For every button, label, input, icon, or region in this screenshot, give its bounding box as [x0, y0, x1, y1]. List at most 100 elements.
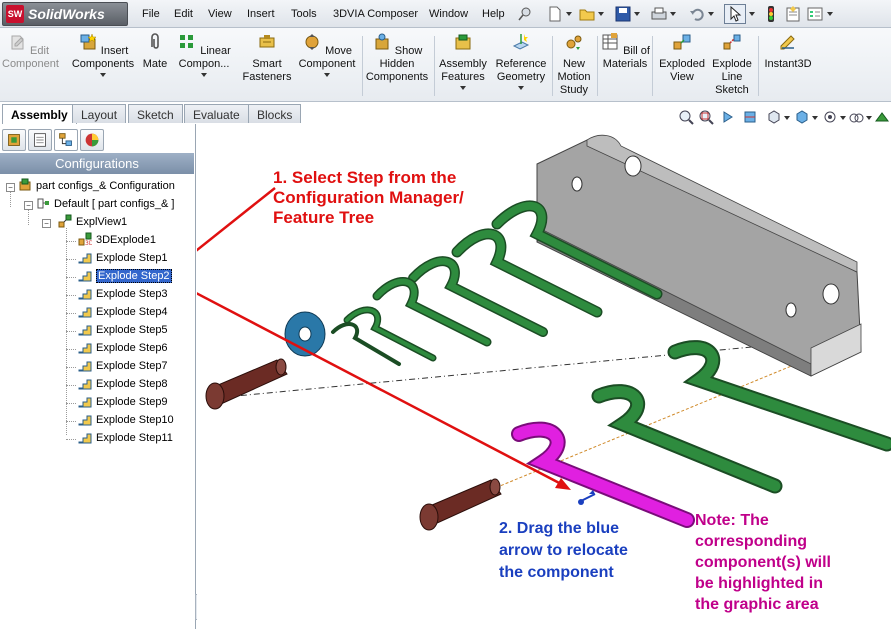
insert-components-dropdown-icon[interactable] — [100, 73, 106, 77]
reference-geometry-dropdown-icon[interactable] — [518, 86, 524, 90]
assembly-features-dropdown-icon[interactable] — [460, 86, 466, 90]
feature-manager-tab-icon[interactable] — [2, 129, 26, 151]
new-motion-study-button[interactable]: New Motion Study — [554, 32, 594, 100]
instant3d-button[interactable]: Instant3D — [762, 32, 814, 100]
pin-icon[interactable] — [516, 5, 534, 23]
tree-root-node[interactable]: part configs_& Configuration — [18, 178, 175, 195]
options-dropdown-icon[interactable] — [827, 12, 833, 16]
display-manager-tab-icon[interactable] — [80, 129, 104, 151]
configuration-manager-tab-icon[interactable] — [54, 129, 78, 151]
mate-paperclip-icon — [151, 33, 159, 49]
menu-insert[interactable]: Insert — [247, 8, 275, 20]
tab-blocks[interactable]: Blocks — [248, 104, 302, 123]
tree-explode-step[interactable]: Explode Step11 — [78, 430, 173, 447]
toolbar-separator — [758, 36, 759, 96]
reference-geometry-button[interactable]: Reference Geometry — [492, 32, 550, 100]
tree-explode-step-selected[interactable]: Explode Step2 — [78, 268, 172, 285]
menu-view[interactable]: View — [208, 8, 232, 20]
tree-explode-step[interactable]: Explode Step8 — [78, 376, 168, 393]
hide-show-items-icon[interactable] — [822, 109, 838, 125]
drag-arrow-manipulator — [578, 490, 596, 505]
insert-components-button[interactable]: Insert Components — [70, 32, 136, 100]
menu-help[interactable]: Help — [482, 8, 505, 20]
display-style-dropdown-icon[interactable] — [812, 116, 818, 120]
linear-component-pattern-button[interactable]: Linear Compon... — [174, 32, 234, 100]
open-folder-icon[interactable] — [578, 5, 596, 23]
tree-explode-step[interactable]: Explode Step1 — [78, 250, 168, 267]
exploded-view-button[interactable]: Exploded View — [655, 32, 709, 100]
tree-connector — [66, 439, 76, 440]
menu-window[interactable]: Window — [429, 8, 468, 20]
menu-file[interactable]: File — [142, 8, 160, 20]
zoom-to-area-icon[interactable] — [698, 109, 714, 125]
open-dropdown-icon[interactable] — [598, 12, 604, 16]
save-dropdown-icon[interactable] — [634, 12, 640, 16]
appearance-dropdown-icon[interactable] — [866, 116, 872, 120]
tree-explode-step[interactable]: Explode Step3 — [78, 286, 168, 303]
section-view-icon[interactable] — [742, 109, 758, 125]
view-orientation-icon[interactable] — [766, 109, 782, 125]
select-arrow-icon[interactable] — [724, 4, 746, 24]
mate-button[interactable]: Mate — [138, 32, 172, 100]
undo-icon[interactable] — [688, 5, 706, 23]
edit-appearance-icon[interactable] — [848, 109, 864, 125]
bill-of-materials-button[interactable]: Bill of Materials — [600, 32, 650, 100]
graphics-area[interactable]: 1. Select Step from the Configuration Ma… — [174, 124, 891, 629]
tab-layout[interactable]: Layout — [72, 104, 127, 123]
tab-assembly[interactable]: Assembly — [2, 104, 77, 124]
command-manager: Edit Component Insert Components Mate Li… — [0, 28, 891, 102]
tab-evaluate[interactable]: Evaluate — [184, 104, 249, 123]
tree-explode-step[interactable]: Explode Step10 — [78, 412, 174, 429]
tree-explode-step[interactable]: Explode Step9 — [78, 394, 168, 411]
smart-fasteners-button[interactable]: Smart Fasteners — [242, 32, 292, 100]
menu-edit[interactable]: Edit — [174, 8, 193, 20]
tree-collapse-toggle[interactable]: − — [24, 201, 33, 210]
tree-explode-step[interactable]: Explode Step7 — [78, 358, 168, 375]
annotation-step-2: 2. Drag the blue arrow to relocate the c… — [499, 520, 628, 581]
tree-explode-step[interactable]: Explode Step4 — [78, 304, 168, 321]
view-orientation-dropdown-icon[interactable] — [784, 116, 790, 120]
tree-config-default[interactable]: Default [ part configs_& ] — [36, 196, 174, 213]
tree-explode-step[interactable]: Explode Step6 — [78, 340, 168, 357]
select-dropdown-icon[interactable] — [749, 12, 755, 16]
undo-dropdown-icon[interactable] — [708, 12, 714, 16]
options-icon[interactable] — [806, 5, 824, 23]
menu-tools[interactable]: Tools — [291, 8, 317, 20]
solidworks-logo[interactable]: SW SolidWorks — [2, 2, 128, 26]
menu-3dvia-composer[interactable]: 3DVIA Composer — [333, 8, 418, 20]
move-component-button[interactable]: Move Component — [296, 32, 358, 100]
tab-sketch[interactable]: Sketch — [128, 104, 183, 123]
spring-7 — [667, 340, 891, 452]
tree-collapse-toggle[interactable]: − — [6, 183, 15, 192]
move-component-dropdown-icon[interactable] — [324, 73, 330, 77]
show-hidden-components-button[interactable]: Show Hidden Components — [364, 32, 430, 100]
zoom-to-fit-icon[interactable] — [678, 109, 694, 125]
tree-3dexplode-item[interactable]: 3D 3DExplode1 — [78, 232, 156, 249]
file-properties-icon[interactable] — [784, 5, 802, 23]
scene-icon[interactable] — [874, 109, 890, 125]
tree-collapse-toggle[interactable]: − — [42, 219, 51, 228]
tree-connector — [66, 313, 76, 314]
previous-view-icon[interactable] — [720, 109, 736, 125]
tree-explview1[interactable]: ExplView1 — [58, 214, 127, 231]
print-icon[interactable] — [650, 5, 668, 23]
print-dropdown-icon[interactable] — [670, 12, 676, 16]
new-document-icon[interactable] — [546, 5, 564, 23]
edit-component-button[interactable]: Edit Component — [2, 32, 59, 100]
save-icon[interactable] — [614, 5, 632, 23]
linear-pattern-dropdown-icon[interactable] — [201, 73, 207, 77]
tree-connector — [66, 295, 76, 296]
tree-explode-step[interactable]: Explode Step5 — [78, 322, 168, 339]
hide-show-dropdown-icon[interactable] — [840, 116, 846, 120]
spring-8 — [591, 384, 783, 494]
property-manager-tab-icon[interactable] — [28, 129, 52, 151]
explode-line-sketch-button[interactable]: Explode Line Sketch — [709, 32, 755, 100]
reference-geometry-icon — [512, 34, 530, 50]
tree-item-label: Explode Step4 — [96, 306, 168, 318]
rebuild-traffic-light-icon[interactable] — [762, 5, 780, 23]
edit-component-icon — [11, 35, 24, 50]
assembly-features-button[interactable]: Assembly Features — [436, 32, 490, 100]
new-dropdown-icon[interactable] — [566, 12, 572, 16]
display-style-icon[interactable] — [794, 109, 810, 125]
tree-item-label: Explode Step6 — [96, 342, 168, 354]
